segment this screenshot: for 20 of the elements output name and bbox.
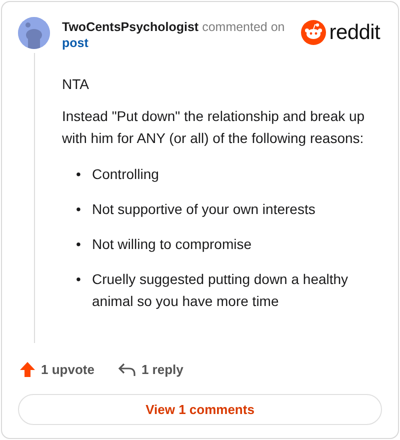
post-link[interactable]: post — [62, 35, 88, 51]
bullet: • — [76, 200, 82, 219]
reply-count: 1 reply — [141, 362, 184, 377]
list-item: Not willing to compromise — [92, 235, 252, 254]
comment-paragraph: NTA — [62, 75, 90, 94]
comment-paragraph: Instead "Put down" the relationship and break up with him for ANY (or all) of the following reasons: — [62, 107, 366, 148]
comment-byline: TwoCentsPsychologist commented on post — [62, 19, 285, 51]
avatar-icon — [18, 17, 50, 49]
upvote-count: 1 upvote — [41, 362, 94, 377]
list-item: Not supportive of your own interests — [92, 200, 316, 219]
view-comments-button[interactable]: View 1 comments — [18, 394, 382, 425]
reply-icon[interactable] — [118, 362, 136, 377]
reddit-wordmark: reddit — [329, 20, 380, 44]
list-item: Cruelly suggested putting down a healthy animal so you have more time — [92, 270, 350, 311]
bullet: • — [76, 165, 82, 184]
list-item: Controlling — [92, 165, 159, 184]
bullet: • — [76, 270, 82, 289]
upvote-icon[interactable] — [19, 361, 36, 378]
bullet: • — [76, 235, 82, 254]
reddit-logo-icon — [301, 20, 326, 45]
